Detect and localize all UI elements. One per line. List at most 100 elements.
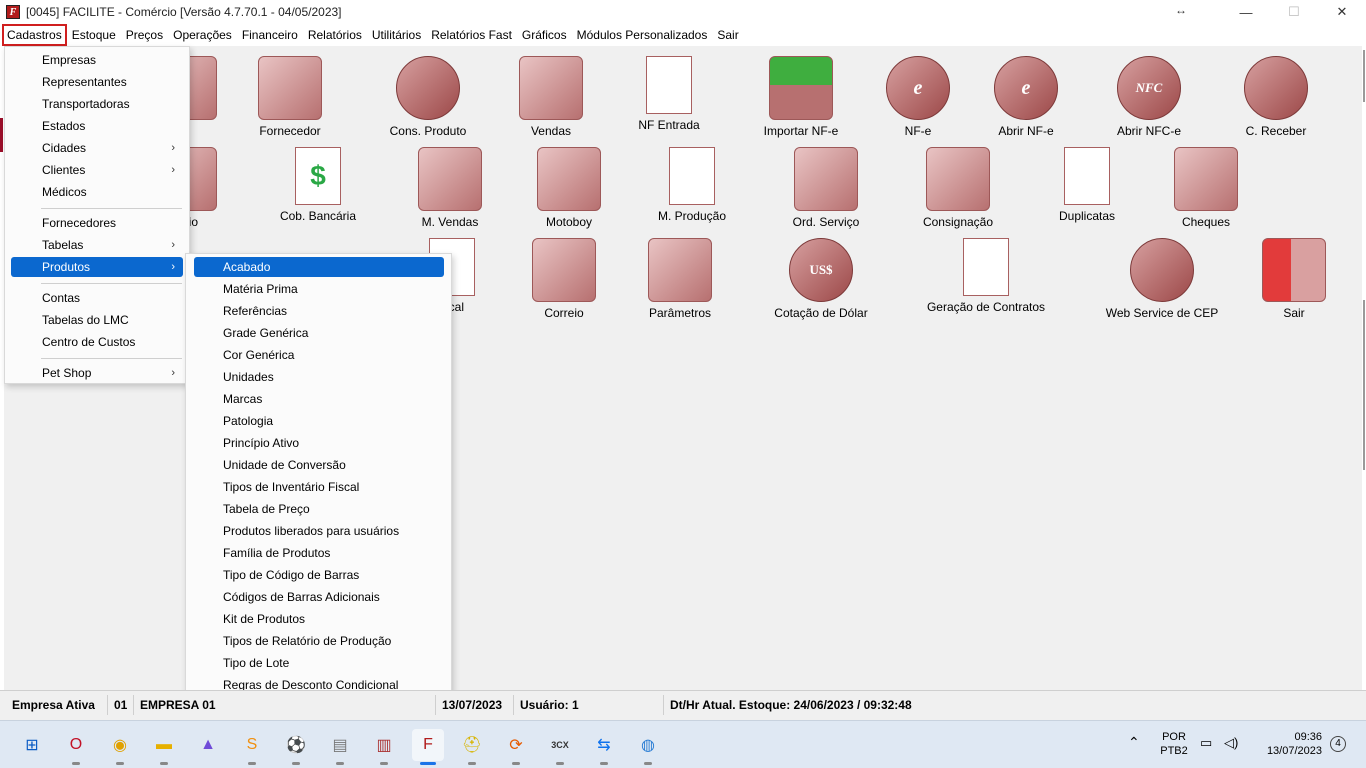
produtos-item-tipo-de-codigo-de-barras[interactable]: Tipo de Código de Barras — [194, 565, 444, 585]
shortcut-billing[interactable]: $ Cob. Bancária — [253, 147, 383, 223]
produtos-item-materia-prima[interactable]: Matéria Prima — [194, 279, 444, 299]
cadastros-item-cidades[interactable]: Cidades › — [11, 138, 183, 158]
menu-cadastros[interactable]: Cadastros — [2, 24, 67, 46]
status-usuario: Usuário: 1 — [513, 695, 663, 715]
menu-estoque[interactable]: Estoque — [67, 24, 121, 46]
cadastros-item-representantes[interactable]: Representantes — [11, 72, 183, 92]
shortcut-nf-entrada[interactable]: NF Entrada — [604, 56, 734, 132]
menu-gr-ficos[interactable]: Gráficos — [517, 24, 572, 46]
produtos-item-tipos-de-relatorio-de-producao[interactable]: Tipos de Relatório de Produção — [194, 631, 444, 651]
file-explorer-icon[interactable]: ▬ — [148, 729, 180, 765]
produtos-item-kit-de-produtos[interactable]: Kit de Produtos — [194, 609, 444, 629]
tray-language[interactable]: POR — [1156, 730, 1192, 744]
produtos-item-tabela-de-preco[interactable]: Tabela de Preço — [194, 499, 444, 519]
produtos-item-unidade-de-conversao[interactable]: Unidade de Conversão — [194, 455, 444, 475]
start-icon[interactable]: ⊞ — [16, 729, 48, 761]
produtos-item-grade-generica[interactable]: Grade Genérica — [194, 323, 444, 343]
shortcut-nfce[interactable]: NFC Abrir NFC-e — [1084, 56, 1214, 138]
produtos-item-tipo-de-lote[interactable]: Tipo de Lote — [194, 653, 444, 673]
shortcut-calculator[interactable]: M. Vendas — [385, 147, 515, 229]
cadastros-item-estados[interactable]: Estados — [11, 116, 183, 136]
shortcut-cabinet[interactable]: Ord. Serviço — [761, 147, 891, 229]
opera-icon[interactable]: O — [60, 729, 92, 765]
shortcut-exit[interactable]: Sair — [1229, 238, 1359, 320]
scrollbar-thumb[interactable] — [1363, 300, 1365, 470]
shortcut-money[interactable]: Consignação — [893, 147, 1023, 229]
3cx-icon[interactable]: 3CX — [544, 729, 576, 765]
cadastros-item-fornecedores[interactable]: Fornecedores — [11, 213, 183, 233]
produtos-item-tipos-de-inventario-fiscal[interactable]: Tipos de Inventário Fiscal — [194, 477, 444, 497]
globe-app-icon[interactable]: ◍ — [632, 729, 664, 765]
soccer-icon[interactable]: ⚽ — [280, 729, 312, 765]
minimize-button[interactable]: — — [1222, 0, 1270, 24]
shortcut-contract[interactable]: Geração de Contratos — [921, 238, 1051, 314]
menu-financeiro[interactable]: Financeiro — [237, 24, 303, 46]
menu-utilit-rios[interactable]: Utilitários — [367, 24, 426, 46]
cadastros-item-tabelas-do-lmc[interactable]: Tabelas do LMC — [11, 310, 183, 330]
chrome-icon[interactable]: ◉ — [104, 729, 136, 765]
menu-relat-rios[interactable]: Relatórios — [303, 24, 367, 46]
cadastros-item-tabelas[interactable]: Tabelas › — [11, 235, 183, 255]
shortcut-dollar[interactable]: US$ Cotação de Dólar — [756, 238, 886, 320]
shortcut-toolbox[interactable]: Parâmetros — [615, 238, 745, 320]
tray-chevron-icon[interactable]: ⌃ — [1128, 735, 1140, 749]
produtos-item-referencias[interactable]: Referências — [194, 301, 444, 321]
shortcut-import[interactable]: Importar NF-e — [736, 56, 866, 138]
shortcut-factory[interactable]: M. Produção — [627, 147, 757, 223]
produtos-item-patologia[interactable]: Patologia — [194, 411, 444, 431]
facilite-icon[interactable]: F — [412, 729, 444, 765]
network-icon[interactable]: ▭ — [1200, 736, 1212, 750]
shortcut-wallet[interactable]: Cheques — [1141, 147, 1271, 229]
produtos-item-codigos-de-barras-adicionais[interactable]: Códigos de Barras Adicionais — [194, 587, 444, 607]
produtos-item-acabado[interactable]: Acabado — [194, 257, 444, 277]
books-icon[interactable]: ▥ — [368, 729, 400, 765]
notification-badge[interactable]: 4 — [1330, 736, 1346, 752]
produtos-item-unidades[interactable]: Unidades — [194, 367, 444, 387]
cadastros-item-produtos[interactable]: Produtos › — [11, 257, 183, 277]
shortcut-label: Abrir NFC-e — [1116, 124, 1181, 138]
cadastros-item-medicos[interactable]: Médicos — [11, 182, 183, 202]
teamviewer-icon[interactable]: ⇆ — [588, 729, 620, 765]
cadastros-item-empresas[interactable]: Empresas — [11, 50, 183, 70]
tray-layout[interactable]: PTB2 — [1156, 744, 1192, 758]
scrollbar-thumb-top[interactable] — [1363, 50, 1365, 102]
shortcut-sales[interactable]: Vendas — [486, 56, 616, 138]
shortcut-label: Parâmetros — [648, 306, 712, 320]
produtos-item-cor-generica[interactable]: Cor Genérica — [194, 345, 444, 365]
cadastros-item-centro-de-custos[interactable]: Centro de Custos — [11, 332, 183, 352]
menu-sair[interactable]: Sair — [712, 24, 743, 46]
status-date: 13/07/2023 — [435, 695, 513, 715]
shortcut-magnifier[interactable]: Cons. Produto — [363, 56, 493, 138]
menu-pre-os[interactable]: Preços — [121, 24, 168, 46]
menu-relat-rios-fast[interactable]: Relatórios Fast — [426, 24, 517, 46]
cadastros-item-clientes[interactable]: Clientes › — [11, 160, 183, 180]
shortcut-label: Sair — [1283, 306, 1305, 320]
printer-icon[interactable]: ▤ — [324, 729, 356, 765]
tray-time[interactable]: 09:36 — [1252, 730, 1322, 744]
shortcut-motorbike[interactable]: Motoboy — [504, 147, 634, 229]
volume-icon[interactable]: ◁) — [1224, 736, 1238, 750]
shortcut-coins[interactable]: C. Receber — [1211, 56, 1341, 138]
cadastros-item-pet-shop[interactable]: Pet Shop › — [11, 363, 183, 383]
produtos-item-principio-ativo[interactable]: Princípio Ativo — [194, 433, 444, 453]
shortcut-duplicates[interactable]: Duplicatas — [1022, 147, 1152, 223]
worker-icon[interactable]: ⛑ — [456, 729, 488, 765]
shortcut-truck[interactable]: Fornecedor — [225, 56, 355, 138]
sync-icon[interactable]: ⟳ — [500, 729, 532, 765]
produtos-item-produtos-liberados-para-usuarios[interactable]: Produtos liberados para usuários — [194, 521, 444, 541]
tray-date[interactable]: 13/07/2023 — [1252, 744, 1322, 758]
menu-m-dulos-personalizados[interactable]: Módulos Personalizados — [572, 24, 713, 46]
close-button[interactable]: ✕ — [1318, 0, 1366, 24]
produtos-item-marcas[interactable]: Marcas — [194, 389, 444, 409]
produtos-item-familia-de-produtos[interactable]: Família de Produtos — [194, 543, 444, 563]
app-icon[interactable]: F — [6, 5, 20, 19]
cadastros-item-transportadoras[interactable]: Transportadoras — [11, 94, 183, 114]
shortcut-nfe-open[interactable]: e Abrir NF-e — [961, 56, 1091, 138]
menu-opera-es[interactable]: Operações — [168, 24, 237, 46]
shortcut-mailbox[interactable]: Correio — [499, 238, 629, 320]
maximize-button[interactable]: ☐ — [1270, 0, 1318, 24]
cadastros-item-contas[interactable]: Contas — [11, 288, 183, 308]
sublime-icon[interactable]: S — [236, 729, 268, 765]
shortcut-globe[interactable]: Web Service de CEP — [1097, 238, 1227, 320]
vpn-icon[interactable]: ▲ — [192, 729, 224, 761]
